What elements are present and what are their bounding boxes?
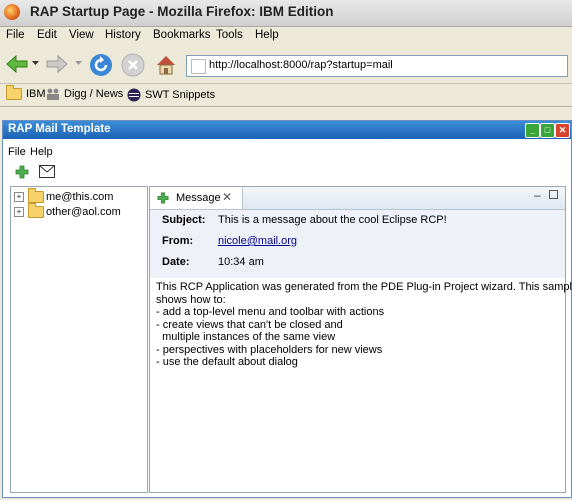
home-button[interactable] (153, 52, 179, 78)
firefox-logo-icon (4, 4, 20, 20)
forward-button[interactable] (44, 53, 70, 75)
message-view: Message ✕ – Subject: This is a message a… (149, 186, 572, 493)
minimize-icon: _ (529, 125, 535, 135)
expand-icon[interactable]: + (14, 207, 24, 217)
body-line: shows how to: (156, 293, 226, 306)
message-header: Subject: This is a message about the coo… (150, 210, 565, 278)
expand-icon[interactable]: + (14, 192, 24, 202)
date-value: 10:34 am (218, 256, 264, 268)
tab-close-icon[interactable]: ✕ (222, 190, 232, 204)
stop-icon (121, 53, 145, 77)
forward-icon (46, 54, 68, 74)
tree-item-label: me@this.com (46, 191, 114, 203)
folder-icon (28, 188, 44, 203)
rap-menu-bar: File Help (3, 143, 571, 161)
message-tab-bar: Message ✕ – (150, 187, 565, 210)
message-body: This RCP Application was generated from … (156, 281, 572, 369)
tree-item-other[interactable]: + other@aol.com (14, 203, 121, 218)
body-line: - add a top-level menu and toolbar with … (156, 306, 385, 318)
rap-toolbar (3, 163, 571, 183)
back-button[interactable] (4, 53, 30, 75)
body-line: multiple instances of the same view (156, 331, 336, 343)
subject-value: This is a message about the cool Eclipse… (218, 214, 447, 226)
from-label: From: (162, 235, 194, 247)
reload-icon (90, 54, 112, 76)
url-text[interactable]: http://localhost:8000/rap?startup=mail (209, 59, 393, 71)
envelope-icon (39, 165, 55, 178)
rap-menu-file[interactable]: File (8, 146, 26, 158)
menu-file[interactable]: File (6, 29, 25, 41)
plus-icon (15, 165, 29, 179)
from-link[interactable]: nicole@mail.org (218, 235, 297, 247)
eclipse-icon (127, 88, 141, 102)
bookmark-label: IBM (26, 88, 46, 100)
rap-window-title: RAP Mail Template (8, 123, 111, 135)
bookmark-label: Digg / News (64, 88, 124, 100)
bookmark-digg-news[interactable]: Digg / News (46, 88, 123, 100)
menu-help[interactable]: Help (255, 29, 279, 41)
body-line: - create views that can't be closed and (156, 318, 343, 331)
tab-message[interactable]: Message ✕ (150, 187, 243, 209)
tree-item-label: other@aol.com (46, 206, 121, 218)
open-view-button[interactable] (15, 165, 31, 181)
menu-bookmarks[interactable]: Bookmarks (153, 29, 211, 41)
close-icon: ✕ (558, 125, 567, 135)
tree-item-me[interactable]: + me@this.com (14, 188, 114, 203)
back-history-dropdown[interactable] (31, 57, 39, 69)
rap-menu-help[interactable]: Help (30, 146, 53, 158)
browser-menu-bar: File Edit View History Bookmarks Tools H… (0, 27, 572, 47)
close-button[interactable]: ✕ (555, 123, 570, 138)
plus-icon (157, 192, 169, 204)
folder-icon (28, 203, 44, 218)
chevron-down-icon (31, 60, 39, 65)
maximize-icon: □ (544, 125, 551, 135)
body-line: This RCP Application was generated from … (156, 281, 572, 293)
menu-history[interactable]: History (105, 29, 141, 41)
folder-icon (6, 85, 22, 100)
menu-edit[interactable]: Edit (37, 29, 57, 41)
view-maximize-button[interactable] (549, 190, 558, 199)
maximize-button[interactable]: □ (540, 123, 555, 138)
view-minimize-button[interactable]: – (534, 188, 541, 202)
body-line: - perspectives with placeholders for new… (156, 343, 383, 356)
reload-button[interactable] (88, 52, 114, 78)
rap-title-bar: RAP Mail Template _ □ ✕ (3, 121, 571, 139)
bookmark-ibm[interactable]: IBM (6, 85, 46, 100)
back-icon (6, 54, 28, 74)
rap-application-window: RAP Mail Template _ □ ✕ File Help + me@t… (2, 120, 572, 498)
menu-tools[interactable]: Tools (216, 29, 243, 41)
people-icon (47, 88, 59, 100)
tab-label: Message (176, 192, 221, 204)
date-label: Date: (162, 256, 190, 268)
minimize-button[interactable]: _ (525, 123, 540, 138)
bookmark-swt-snippets[interactable]: SWT Snippets (127, 88, 215, 102)
subject-label: Subject: (162, 214, 206, 226)
home-icon (157, 56, 175, 75)
menu-view[interactable]: View (69, 29, 94, 41)
body-line: - use the default about dialog (156, 356, 298, 368)
page-favicon-icon (191, 59, 206, 74)
bookmark-label: SWT Snippets (145, 89, 216, 101)
forward-history-dropdown[interactable] (74, 57, 82, 69)
browser-title-bar: RAP Startup Page - Mozilla Firefox: IBM … (0, 0, 572, 27)
bookmarks-toolbar: IBM Digg / News SWT Snippets (0, 84, 572, 107)
chevron-down-icon (74, 60, 82, 65)
mailbox-tree-view: + me@this.com + other@aol.com (10, 186, 148, 493)
window-title: RAP Startup Page - Mozilla Firefox: IBM … (30, 4, 334, 19)
stop-button[interactable] (120, 52, 146, 78)
open-message-button[interactable] (39, 165, 55, 181)
url-bar[interactable]: http://localhost:8000/rap?startup=mail (186, 55, 568, 77)
